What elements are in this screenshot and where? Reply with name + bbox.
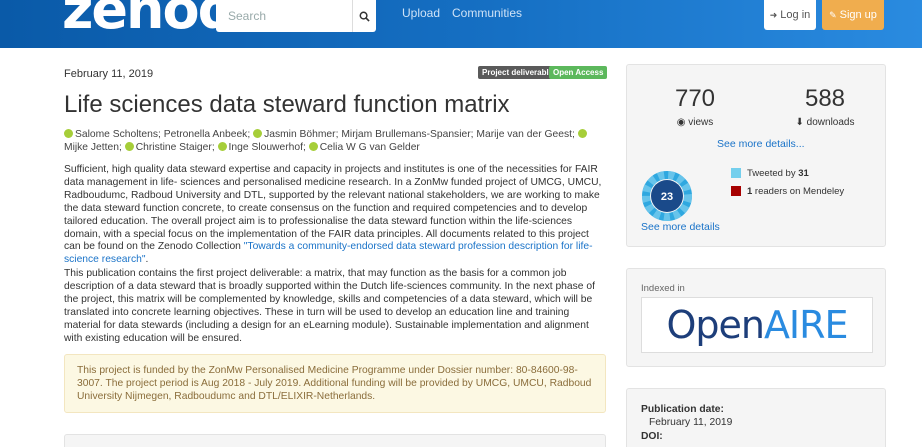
author-name: Salome Scholtens: [75, 129, 158, 140]
author-item: Salome Scholtens;: [64, 129, 164, 140]
login-label: Log in: [780, 9, 811, 21]
edit-icon: ✎: [829, 9, 837, 20]
author-item: Marije van der Geest;: [476, 129, 578, 140]
downloads-label: downloads: [806, 117, 855, 128]
nav-communities[interactable]: Communities: [452, 6, 522, 20]
author-name: Petronella Anbeek: [163, 129, 248, 140]
author-list: Salome Scholtens; Petronella Anbeek; Jas…: [64, 128, 604, 154]
top-navbar: zenodo Upload Communities ➜ Log in ✎ Sig…: [0, 0, 922, 48]
mendeley-suffix: readers on Mendeley: [752, 186, 845, 197]
see-more-altmetric-link[interactable]: See more details: [641, 221, 720, 233]
publication-info-panel: Publication date: February 11, 2019 DOI:: [626, 388, 886, 447]
author-name: Inge Slouwerhof: [228, 142, 303, 153]
author-item: Celia W G van Gelder: [308, 142, 420, 153]
downloads-label-row: ⬇ downloads: [775, 117, 875, 128]
orcid-icon[interactable]: [124, 142, 134, 151]
see-more-details-link[interactable]: See more details...: [717, 138, 805, 150]
views-label-row: ◉ views: [645, 117, 745, 128]
publication-date-value: February 11, 2019: [649, 417, 733, 428]
description-paragraph-2: This publication contains the first proj…: [64, 268, 595, 344]
indexed-in-panel: Indexed in Open AIRE: [626, 268, 886, 367]
login-button[interactable]: ➜ Log in: [764, 0, 816, 30]
publication-date-label: Publication date:: [641, 404, 724, 415]
downloads-count: 588: [804, 85, 846, 112]
nav-upload[interactable]: Upload: [402, 6, 440, 20]
author-item: Christine Staiger;: [124, 142, 218, 153]
files-panel: [64, 434, 606, 447]
doi-label: DOI:: [641, 431, 663, 442]
orcid-icon[interactable]: [253, 129, 263, 138]
signup-button[interactable]: ✎ Sign up: [822, 0, 884, 30]
description-text: Sufficient, high quality data steward ex…: [64, 164, 602, 253]
author-name: Celia W G van Gelder: [319, 142, 420, 153]
author-name: Jasmin Böhmer: [264, 129, 336, 140]
sign-in-icon: ➜: [769, 9, 778, 20]
badge-resource-type[interactable]: Project deliverable: [478, 66, 558, 79]
author-item: Petronella Anbeek;: [163, 129, 254, 140]
views-count: 770: [674, 85, 716, 112]
tweeted-prefix: Tweeted by: [747, 168, 799, 179]
orcid-icon[interactable]: [577, 129, 587, 138]
record-date: February 11, 2019: [64, 68, 154, 80]
mendeley-text: 1 readers on Mendeley: [747, 186, 844, 197]
openaire-logo-aire: AIRE: [763, 303, 849, 347]
orcid-icon[interactable]: [64, 129, 73, 138]
funding-notice: This project is funded by the ZonMw Pers…: [64, 354, 606, 413]
signup-label: Sign up: [839, 9, 877, 21]
tweeted-count: 31: [798, 168, 809, 179]
description-end: .: [145, 254, 149, 266]
author-name: Mirjam Brullemans-Spansier: [341, 129, 471, 140]
search-button[interactable]: [352, 0, 376, 32]
openaire-logo[interactable]: Open AIRE: [641, 297, 873, 353]
views-label: views: [688, 117, 714, 128]
badge-access-right[interactable]: Open Access: [549, 66, 608, 79]
download-icon: ⬇: [795, 117, 804, 128]
author-item: Inge Slouwerhof;: [217, 142, 309, 153]
indexed-in-label: Indexed in: [641, 283, 685, 294]
author-name: Mijke Jetten: [64, 142, 119, 153]
openaire-logo-open: Open: [666, 303, 764, 347]
description-paragraph-1: Sufficient, high quality data steward ex…: [64, 164, 606, 267]
altmetric-donut[interactable]: 23: [641, 170, 693, 222]
stats-panel: 770 ◉ views 588 ⬇ downloads See more det…: [626, 64, 886, 247]
author-item: Mirjam Brullemans-Spansier;: [341, 129, 477, 140]
altmetric-score: 23: [661, 191, 673, 203]
orcid-icon[interactable]: [217, 142, 227, 151]
author-item: Jasmin Böhmer;: [253, 129, 341, 140]
eye-icon: ◉: [676, 117, 686, 128]
page-title: Life sciences data steward function matr…: [64, 91, 510, 118]
search-icon: [359, 11, 370, 22]
author-name: Marije van der Geest: [476, 129, 572, 140]
orcid-icon[interactable]: [308, 142, 318, 151]
author-name: Christine Staiger: [135, 142, 212, 153]
tweeted-text: Tweeted by 31: [747, 168, 809, 179]
twitter-legend-swatch: [731, 168, 741, 178]
search-input[interactable]: [216, 0, 352, 32]
search-box: [216, 0, 376, 32]
mendeley-legend-swatch: [731, 186, 741, 196]
